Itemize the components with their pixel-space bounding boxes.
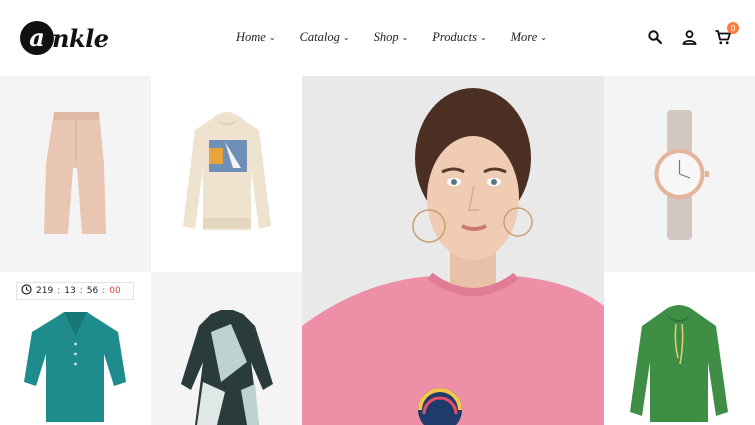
cart-count-badge: 0	[727, 22, 739, 34]
product-tile-hoodie[interactable]	[151, 76, 302, 272]
nav-item-more[interactable]: More ⌄	[511, 30, 547, 45]
trousers-image	[44, 112, 106, 234]
chevron-down-icon: ⌄	[401, 33, 409, 42]
account-button[interactable]	[679, 26, 699, 48]
product-tile-green-hoodie[interactable]	[604, 272, 755, 425]
hoodie-image	[183, 112, 271, 230]
watch-image	[654, 110, 709, 240]
dress-image	[181, 310, 273, 425]
product-tile-dress[interactable]	[151, 272, 302, 425]
nav-item-label: Products	[432, 30, 477, 44]
product-tile-blouse[interactable]: 219 : 13 : 56 : 00	[0, 272, 151, 425]
model-photo	[302, 76, 604, 425]
chevron-down-icon: ⌄	[479, 33, 487, 42]
nav-item-label: More	[510, 30, 538, 44]
chevron-down-icon: ⌄	[540, 33, 547, 42]
main-nav: Home ⌄ Catalog ⌄ Shop ⌄ Products ⌄ More ⌄	[236, 30, 571, 45]
hero-model-image[interactable]	[302, 76, 604, 425]
nav-item-label: Home	[236, 30, 266, 44]
header-icons: 0	[645, 22, 739, 48]
nav-item-home[interactable]: Home ⌄	[236, 30, 276, 45]
brand-logo[interactable]: a nkle	[20, 20, 109, 56]
cart-button[interactable]: 0	[713, 22, 739, 48]
chevron-down-icon: ⌄	[268, 33, 276, 42]
chevron-down-icon: ⌄	[342, 33, 350, 42]
product-tile-watch[interactable]	[604, 76, 755, 272]
nav-item-products[interactable]: Products ⌄	[432, 30, 486, 45]
site-header: a nkle Home ⌄ Catalog ⌄ Shop ⌄ Products ⌄ Mo…	[0, 0, 755, 76]
nav-item-shop[interactable]: Shop ⌄	[374, 30, 409, 45]
logo-text: nkle	[52, 23, 109, 53]
product-grid: 219 : 13 : 56 : 00	[0, 76, 755, 425]
product-tile-trousers[interactable]	[0, 76, 151, 272]
blouse-image	[24, 312, 126, 422]
search-icon	[648, 30, 662, 44]
green-hoodie-image	[630, 305, 728, 422]
nav-item-catalog[interactable]: Catalog ⌄	[300, 30, 350, 45]
search-button[interactable]	[645, 26, 665, 48]
user-icon	[682, 29, 696, 45]
nav-item-label: Catalog	[299, 30, 340, 44]
nav-item-label: Shop	[373, 30, 399, 44]
logo-badge: a	[20, 21, 54, 55]
